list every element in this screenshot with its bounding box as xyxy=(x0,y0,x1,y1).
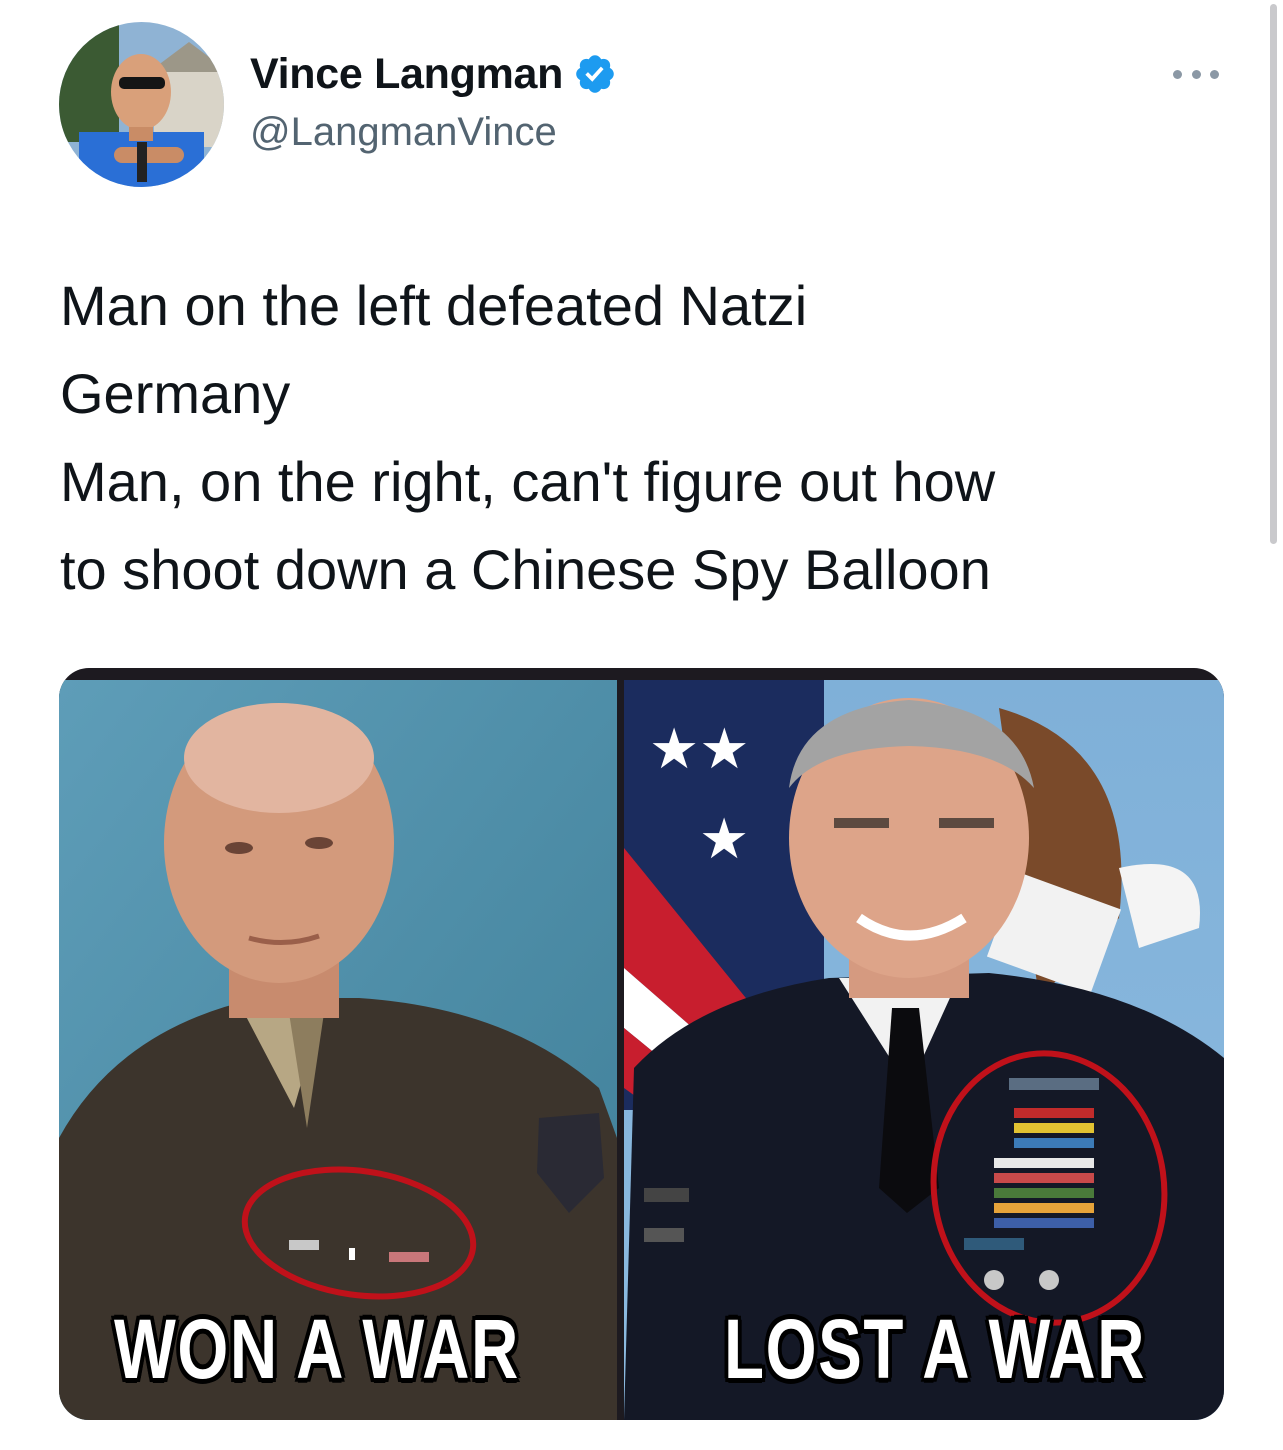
avatar[interactable] xyxy=(59,22,224,187)
tweet-text-line: Germany xyxy=(60,362,291,425)
svg-text:★: ★ xyxy=(699,807,749,872)
verified-badge-icon xyxy=(576,55,614,93)
author-name-row[interactable]: Vince Langman xyxy=(250,48,617,100)
tweet-text-line: Man, on the right, can't figure out how xyxy=(60,450,996,513)
author-handle[interactable]: @LangmanVince xyxy=(250,110,557,155)
tweet-text-line: to shoot down a Chinese Spy Balloon xyxy=(60,538,991,601)
more-dots-icon[interactable] xyxy=(1173,62,1219,86)
media-caption-left: WON A WAR xyxy=(114,1302,520,1396)
scrollbar[interactable] xyxy=(1270,4,1277,544)
tweet-text: Man on the left defeated Natzi Germany M… xyxy=(60,262,1240,614)
svg-text:★★: ★★ xyxy=(649,717,749,782)
tweet-text-line: Man on the left defeated Natzi xyxy=(60,274,808,337)
media-caption-right: LOST A WAR xyxy=(724,1302,1147,1396)
author-display-name[interactable]: Vince Langman xyxy=(250,50,563,99)
tweet-media-image[interactable]: ★★ ★ WON A WAR LOST A WAR xyxy=(59,668,1224,1420)
